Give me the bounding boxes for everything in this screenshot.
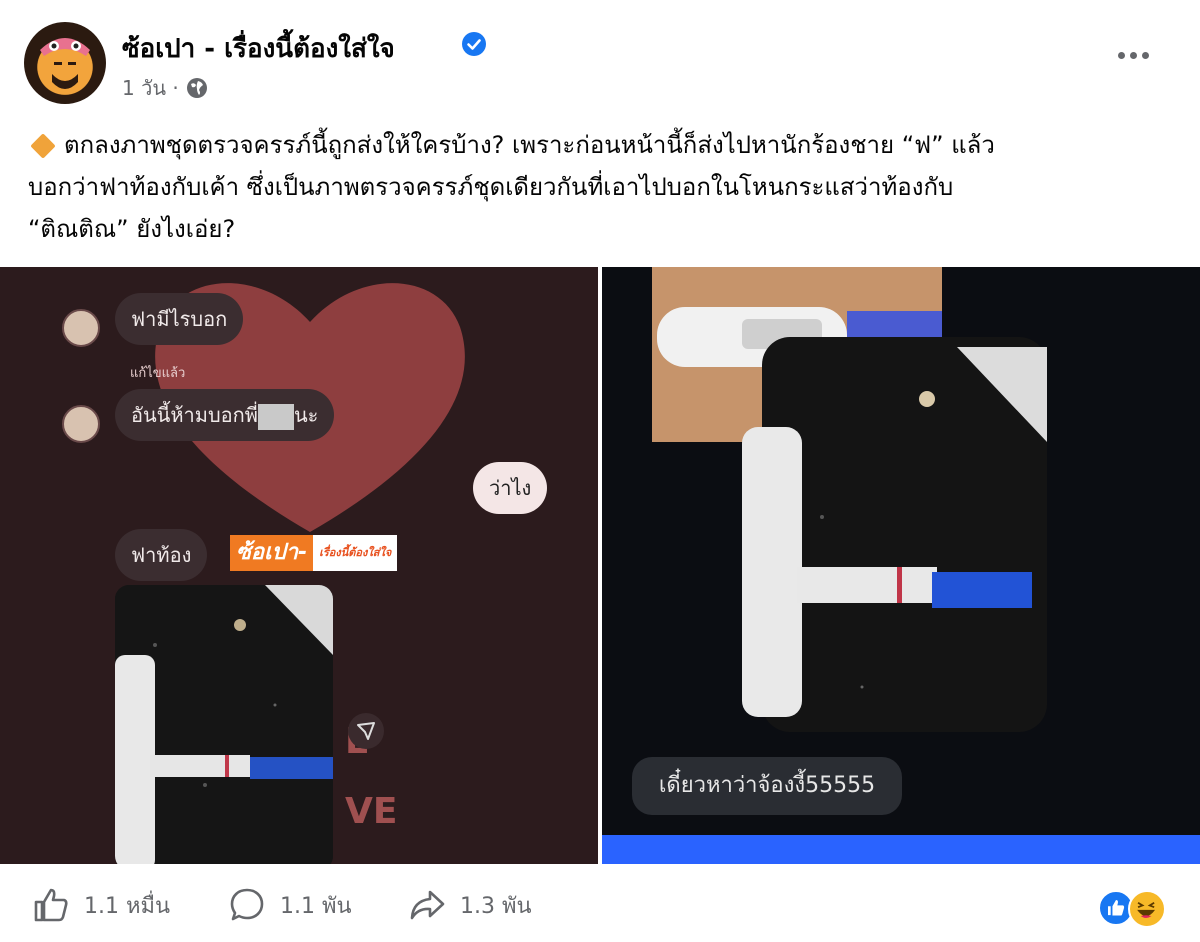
share-count: 1.3 พัน xyxy=(460,893,532,919)
post-header: ซ้อเปา - เรื่องนี้ต้องใส่ใจ 1 วัน · xyxy=(0,0,1200,120)
post-media[interactable]: ฟามีไรบอก แก้ไขแล้ว อันนี้ห้ามบอกพี่ นะ ว… xyxy=(0,267,1200,864)
send-icon xyxy=(348,713,384,749)
like-button[interactable]: 1.1 หมื่น xyxy=(32,888,170,922)
post-time[interactable]: 1 วัน · xyxy=(122,72,179,104)
chat-bubble-reply: ว่าไง xyxy=(473,462,548,514)
more-options-icon[interactable] xyxy=(1118,52,1158,68)
edited-label: แก้ไขแล้ว xyxy=(130,366,186,381)
redacted-block xyxy=(257,403,294,430)
video-caption: เดี๋ยวหาว่าจ้องงี้55555 xyxy=(632,757,902,815)
post-meta: 1 วัน · xyxy=(122,72,209,104)
verified-badge-icon xyxy=(462,32,486,56)
chat-bubble: อันนี้ห้ามบอกพี่ นะ xyxy=(115,389,335,441)
watermark-logo: ซ้อเปา- เรื่องนี้ต้องใส่ใจ xyxy=(230,535,398,571)
chat-bubble: ฟามีไรบอก xyxy=(115,293,244,345)
share-arrow-icon xyxy=(410,890,445,920)
chat-screenshot-image[interactable]: ฟามีไรบอก แก้ไขแล้ว อันนี้ห้ามบอกพี่ นะ ว… xyxy=(0,267,598,864)
comment-count: 1.1 พัน xyxy=(280,893,352,919)
comment-icon xyxy=(230,888,264,921)
post-actions: 1.1 หมื่น 1.1 พัน 1.3 พัน xyxy=(0,866,1200,942)
caption-line: บอกว่าฟาท้องกับเค้า ซึ่งเป็นภาพตรวจครรภ์… xyxy=(28,173,954,201)
comment-button[interactable]: 1.1 พัน xyxy=(228,888,352,922)
caption-line: ตกลงภาพชุดตรวจครรภ์นี้ถูกส่งให้ใครบ้าง? … xyxy=(28,124,1178,166)
post-caption: ตกลงภาพชุดตรวจครรภ์นี้ถูกส่งให้ใครบ้าง? … xyxy=(28,124,1178,250)
caption-line: “ติณติณ” ยังไงเอ่ย? xyxy=(28,215,236,243)
page-avatar[interactable] xyxy=(24,22,106,104)
reactions-summary[interactable] xyxy=(1098,890,1178,928)
chat-avatar xyxy=(62,405,100,443)
blue-strip xyxy=(602,835,1200,864)
pregnancy-test-photo xyxy=(115,585,333,864)
share-button[interactable]: 1.3 พัน xyxy=(408,888,532,922)
orange-diamond-icon xyxy=(30,133,56,159)
haha-reaction-icon xyxy=(1128,890,1166,928)
thumbs-up-icon xyxy=(34,888,68,922)
like-count: 1.1 หมื่น xyxy=(84,893,171,919)
globe-icon xyxy=(186,78,207,98)
chat-bubble: ฟาท้อง xyxy=(115,529,208,581)
page-name[interactable]: ซ้อเปา - เรื่องนี้ต้องใส่ใจ xyxy=(122,28,395,69)
chat-avatar xyxy=(62,309,100,347)
pregnancy-test-closeup-image[interactable]: เดี๋ยวหาว่าจ้องงี้55555 xyxy=(602,267,1200,864)
